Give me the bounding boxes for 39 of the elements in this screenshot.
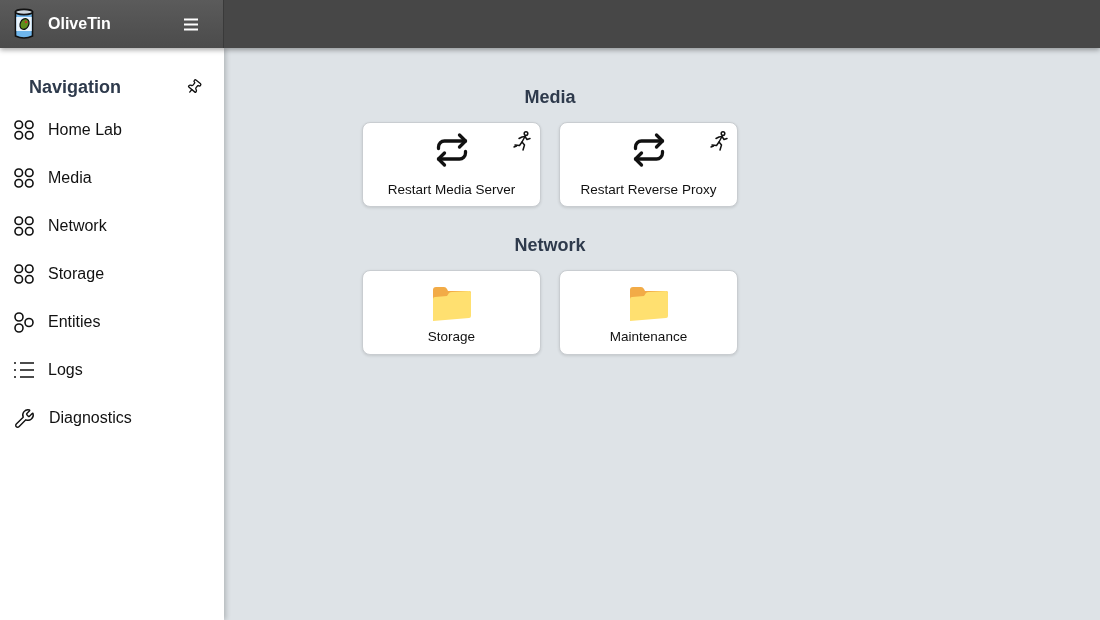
four-circles-icon <box>14 120 34 140</box>
card-label: Storage <box>427 329 476 344</box>
section-title: Network <box>514 234 586 256</box>
sidebar-title: Navigation <box>29 76 122 98</box>
nav-label: Logs <box>48 361 83 379</box>
action-button[interactable]: Restart Media Server <box>362 122 541 207</box>
list-icon <box>14 362 34 378</box>
three-circles-icon <box>14 311 34 333</box>
nav-label: Entities <box>48 313 101 331</box>
app-title: OliveTin <box>48 15 112 33</box>
nav-label: Media <box>48 169 92 187</box>
nav-label: Network <box>48 217 107 235</box>
four-circles-icon <box>14 264 34 284</box>
nav-item[interactable]: Logs <box>0 346 224 394</box>
nav-item[interactable]: Entities <box>0 298 224 346</box>
folder-icon <box>430 285 473 323</box>
folder-card[interactable]: Storage <box>362 270 541 355</box>
folder-icon <box>627 285 670 323</box>
nav-label: Storage <box>48 265 105 283</box>
menu-icon[interactable] <box>184 17 198 31</box>
folder-card[interactable]: Maintenance <box>559 270 738 355</box>
running-person-icon <box>710 131 728 151</box>
card-label: Maintenance <box>609 329 688 344</box>
olive-tin-logo-icon <box>14 8 34 40</box>
nav-label: Diagnostics <box>49 409 132 427</box>
nav-label: Home Lab <box>48 121 122 139</box>
wrench-icon <box>14 407 35 429</box>
action-button[interactable]: Restart Reverse Proxy <box>559 122 738 207</box>
nav-item[interactable]: Home Lab <box>0 106 224 154</box>
nav-item[interactable]: Media <box>0 154 224 202</box>
four-circles-icon <box>14 168 34 188</box>
nav-item[interactable]: Storage <box>0 250 224 298</box>
nav-item[interactable]: Network <box>0 202 224 250</box>
four-circles-icon <box>14 216 34 236</box>
card-label: Restart Reverse Proxy <box>580 182 717 197</box>
card-label: Restart Media Server <box>387 182 516 197</box>
section-title: Media <box>524 86 576 108</box>
running-person-icon <box>513 131 531 151</box>
nav-item[interactable]: Diagnostics <box>0 394 224 442</box>
